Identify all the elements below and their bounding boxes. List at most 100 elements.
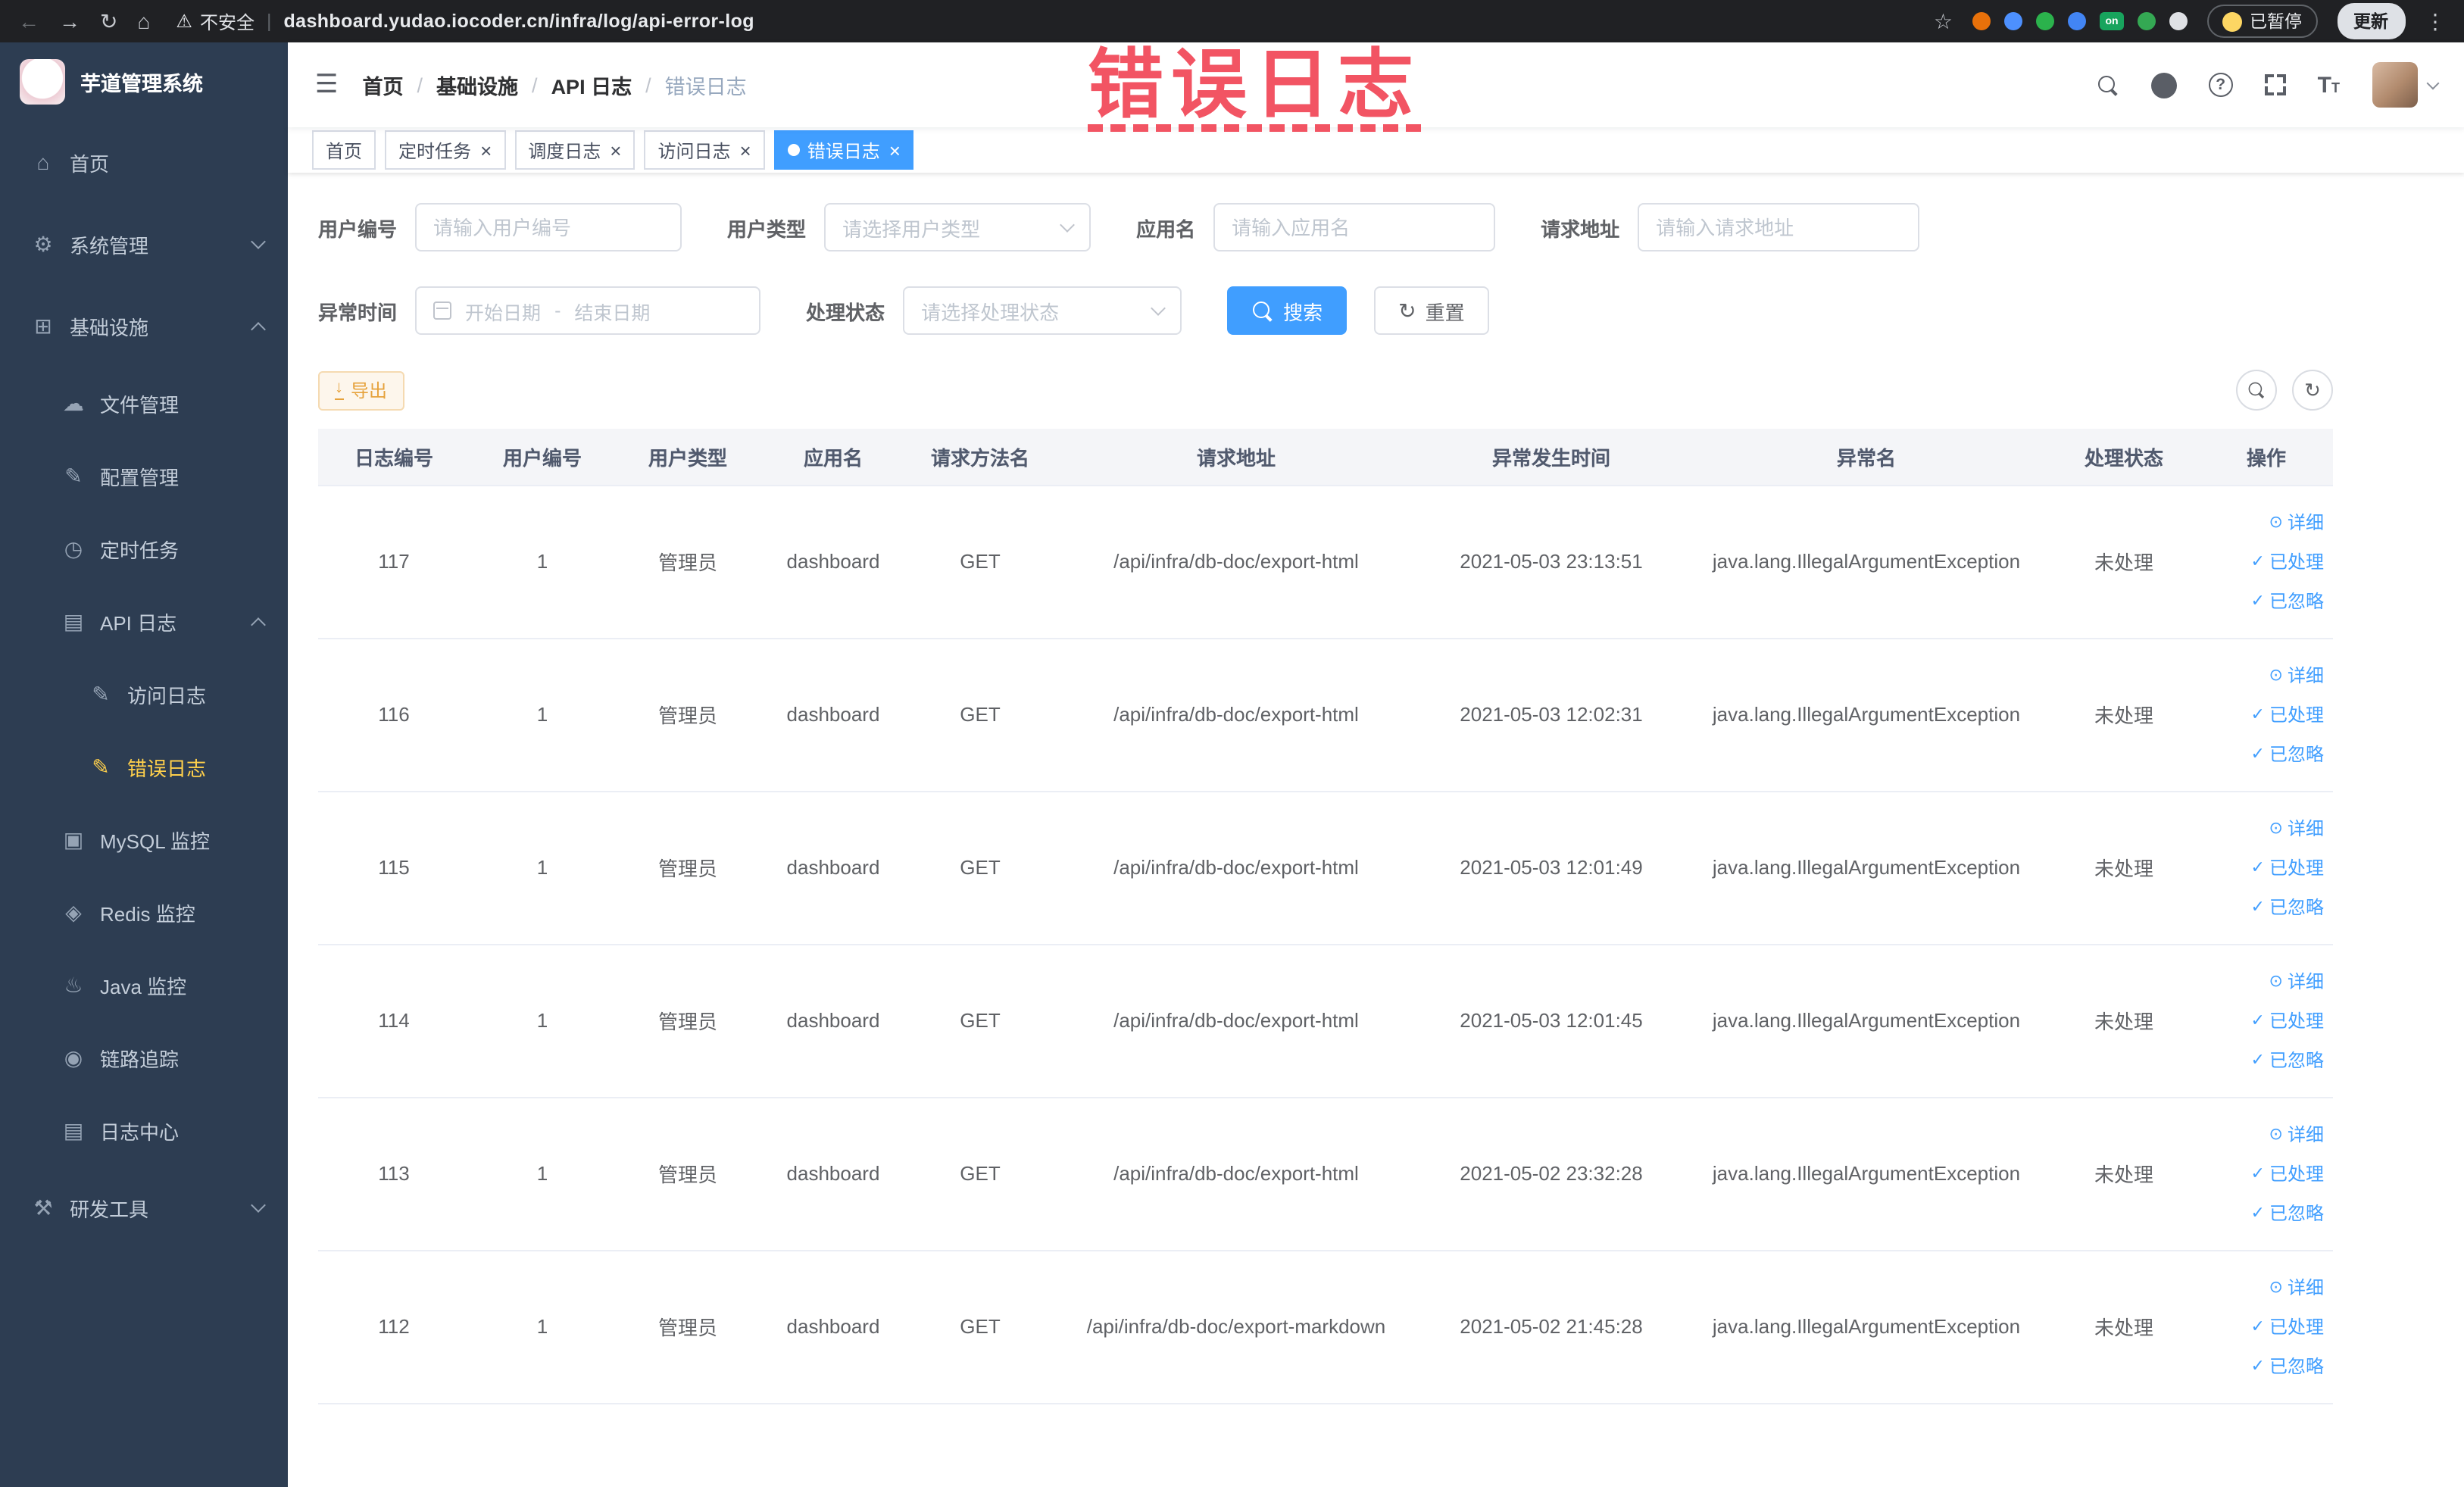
export-button[interactable]: ↓ 导出 <box>318 370 404 410</box>
sidebar-item-系统管理[interactable]: ⚙ 系统管理 <box>0 203 288 285</box>
table-section: ↓ 导出 ↻ 日志编号 用户编号 用户类型 应用名 请求方法名 请求地址 异常发… <box>318 370 2333 1404</box>
config-icon: ✎ <box>64 463 83 487</box>
sidebar-logo[interactable]: 芋道管理系统 <box>0 42 288 121</box>
user-menu[interactable] <box>2372 62 2439 108</box>
sidebar-item-基础设施[interactable]: ⊞ 基础设施 <box>0 285 288 367</box>
cell-status: 未处理 <box>2048 1250 2200 1404</box>
browser-update-button[interactable]: 更新 <box>2337 3 2405 39</box>
sidebar-item-研发工具[interactable]: ⚒ 研发工具 <box>0 1167 288 1248</box>
tab-访问日志[interactable]: 访问日志 × <box>644 130 765 170</box>
sidebar-item-文件管理[interactable]: ☁ 文件管理 <box>0 367 288 439</box>
tab-close-icon[interactable]: × <box>610 140 621 160</box>
exception-time-range[interactable]: 开始日期 - 结束日期 <box>415 286 761 335</box>
action-detail[interactable]: ⊙ 详细 <box>2209 961 2324 1001</box>
action-processed[interactable]: ✓ 已处理 <box>2209 1001 2324 1040</box>
user-type-select[interactable]: 请选择用户类型 <box>824 203 1091 251</box>
help-icon[interactable]: ? <box>2208 73 2233 97</box>
action-ignored[interactable]: ✓ 已忽略 <box>2209 887 2324 926</box>
action-label: 已处理 <box>2269 1316 2324 1337</box>
extension-green-circle[interactable] <box>2036 12 2054 30</box>
process-status-select[interactable]: 请选择处理状态 <box>903 286 1182 335</box>
address-bar[interactable]: ⚠ 不安全 | dashboard.yudao.iocoder.cn/infra… <box>176 8 754 34</box>
paused-extension-badge[interactable]: 已暂停 <box>2207 5 2317 38</box>
sidebar-item-Java 监控[interactable]: ♨ Java 监控 <box>0 948 288 1021</box>
sidebar-item-API 日志[interactable]: ▤ API 日志 <box>0 585 288 658</box>
breadcrumb-item-API 日志[interactable]: API 日志 <box>551 70 632 100</box>
cell-user_id: 1 <box>470 791 615 945</box>
font-size-icon[interactable]: TT <box>2318 73 2340 96</box>
browser-reload-icon[interactable]: ↻ <box>100 11 117 32</box>
browser-forward-icon[interactable]: → <box>59 11 80 32</box>
extension-on-badge[interactable]: on <box>2100 12 2124 30</box>
sidebar-item-日志中心[interactable]: ▤ 日志中心 <box>0 1094 288 1167</box>
app-name-input[interactable] <box>1213 203 1496 251</box>
logcenter-icon: ▤ <box>63 1117 84 1142</box>
extension-blue-grid[interactable] <box>2068 12 2086 30</box>
tab-close-icon[interactable]: × <box>740 140 751 160</box>
breadcrumb-item-基础设施[interactable]: 基础设施 <box>436 70 518 100</box>
action-ignored[interactable]: ✓ 已忽略 <box>2209 1040 2324 1079</box>
action-processed[interactable]: ✓ 已处理 <box>2209 695 2324 734</box>
extension-green-leaf[interactable] <box>2138 12 2156 30</box>
hamburger-icon[interactable]: ☰ <box>315 70 339 100</box>
browser-home-icon[interactable]: ⌂ <box>137 11 150 32</box>
action-processed[interactable]: ✓ 已处理 <box>2209 1154 2324 1193</box>
breadcrumb-item-首页[interactable]: 首页 <box>363 70 404 100</box>
tab-定时任务[interactable]: 定时任务 × <box>385 130 506 170</box>
sidebar-item-配置管理[interactable]: ✎ 配置管理 <box>0 439 288 512</box>
breadcrumb: 首页 / 基础设施 / API 日志 / 错误日志 <box>363 70 747 100</box>
action-detail[interactable]: ⊙ 详细 <box>2209 655 2324 695</box>
action-detail[interactable]: ⊙ 详细 <box>2209 808 2324 848</box>
fullscreen-icon[interactable] <box>2264 74 2286 95</box>
action-ignored[interactable]: ✓ 已忽略 <box>2209 1346 2324 1385</box>
sidebar-item-错误日志[interactable]: ✎ 错误日志 <box>0 730 288 803</box>
search-icon[interactable] <box>2097 73 2119 96</box>
user-id-input[interactable] <box>415 203 682 251</box>
tab-close-icon[interactable]: × <box>889 140 901 160</box>
page-url: dashboard.yudao.iocoder.cn/infra/log/api… <box>283 11 754 32</box>
browser-menu-kebab-icon[interactable]: ⋮ <box>2425 11 2446 32</box>
action-ignored[interactable]: ✓ 已忽略 <box>2209 581 2324 620</box>
cell-actions: ⊙ 详细 ✓ 已处理 ✓ 已忽略 <box>2200 1097 2333 1251</box>
cell-actions: ⊙ 详细 ✓ 已处理 ✓ 已忽略 <box>2200 791 2333 945</box>
extension-pin[interactable] <box>2169 12 2188 30</box>
sidebar-item-首页[interactable]: ⌂ 首页 <box>0 121 288 203</box>
sidebar-item-定时任务[interactable]: ◷ 定时任务 <box>0 512 288 585</box>
action-processed[interactable]: ✓ 已处理 <box>2209 542 2324 581</box>
request-url-input[interactable] <box>1638 203 1920 251</box>
action-processed[interactable]: ✓ 已处理 <box>2209 848 2324 887</box>
action-ignored[interactable]: ✓ 已忽略 <box>2209 734 2324 773</box>
action-detail[interactable]: ⊙ 详细 <box>2209 1114 2324 1154</box>
browser-back-icon[interactable]: ← <box>18 11 39 32</box>
action-detail[interactable]: ⊙ 详细 <box>2209 502 2324 542</box>
tab-首页[interactable]: 首页 <box>312 130 376 170</box>
tab-错误日志[interactable]: 错误日志 × <box>773 130 914 170</box>
bookmark-star-icon[interactable]: ☆ <box>1934 11 1953 32</box>
sidebar-item-访问日志[interactable]: ✎ 访问日志 <box>0 658 288 730</box>
github-icon[interactable] <box>2150 72 2177 98</box>
extension-orange[interactable] <box>1972 12 1991 30</box>
home-icon: ⌂ <box>36 150 50 174</box>
toggle-search-button[interactable] <box>2236 370 2277 411</box>
column-header-用户编号: 用户编号 <box>470 429 615 486</box>
tab-close-icon[interactable]: × <box>480 140 492 160</box>
action-label: 详细 <box>2287 664 2324 686</box>
check-icon: ✓ <box>2250 858 2265 876</box>
sidebar-item-MySQL 监控[interactable]: ▣ MySQL 监控 <box>0 803 288 876</box>
cell-exception: java.lang.IllegalArgumentException <box>1685 638 2048 792</box>
sidebar-item-链路追踪[interactable]: ◉ 链路追踪 <box>0 1021 288 1094</box>
sidebar-item-label: 首页 <box>70 152 110 175</box>
tab-调度日志[interactable]: 调度日志 × <box>514 130 636 170</box>
action-detail[interactable]: ⊙ 详细 <box>2209 1267 2324 1307</box>
tab-label: 首页 <box>326 140 363 161</box>
table-row: 116 1 管理员 dashboard GET/api/infra/db-doc/exp… <box>318 638 2333 792</box>
reset-button[interactable]: ↻ 重置 <box>1374 286 1489 335</box>
refresh-table-button[interactable]: ↻ <box>2292 370 2333 411</box>
action-processed[interactable]: ✓ 已处理 <box>2209 1307 2324 1346</box>
extension-blue-drop[interactable] <box>2004 12 2022 30</box>
security-warning[interactable]: ⚠ 不安全 <box>176 8 255 34</box>
sidebar-item-Redis 监控[interactable]: ◈ Redis 监控 <box>0 876 288 948</box>
sidebar-item-label: API 日志 <box>100 611 177 634</box>
search-button[interactable]: 搜索 <box>1227 286 1348 335</box>
action-ignored[interactable]: ✓ 已忽略 <box>2209 1193 2324 1232</box>
